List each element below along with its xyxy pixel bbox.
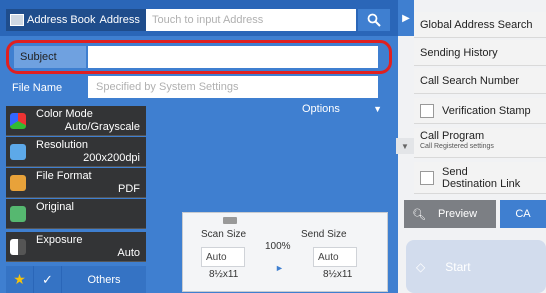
original-label: Original [36,201,74,213]
options-chevron-icon: ▼ [373,104,382,114]
exposure-value: Auto [117,247,140,259]
send-destination-link-line1: Send [442,165,468,178]
global-address-search-button[interactable]: Global Address Search [414,12,546,38]
resolution-button[interactable]: Resolution 200x200dpi [6,137,146,167]
send-size-value: Auto [313,247,357,267]
file-format-value: PDF [118,183,140,195]
global-address-search-label: Global Address Search [420,18,533,31]
play-icon: ▶ [402,12,410,24]
address-book-icon [10,14,24,26]
file-name-input[interactable]: Specified by System Settings [88,76,378,98]
call-search-number-button[interactable]: Call Search Number [414,68,546,94]
file-format-label: File Format [36,170,92,182]
send-destination-link-text: Send Destination Link [442,166,520,190]
file-name-placeholder: Specified by System Settings [96,81,239,93]
search-icon [367,13,381,27]
options-button[interactable]: Options ▼ [290,98,390,120]
original-icon [10,206,26,222]
verification-stamp-checkbox[interactable] [420,103,434,118]
start-button[interactable]: ◇ Start [406,240,546,293]
exposure-icon [10,239,26,255]
start-icon: ◇ [416,259,426,274]
send-paper-size: 8½x11 [323,269,353,280]
subject-input[interactable] [88,46,378,68]
search-button[interactable] [358,9,390,31]
color-mode-icon [10,113,26,129]
start-label: Start [445,259,471,274]
address-placeholder: Touch to input Address [152,14,264,26]
original-button[interactable]: Original [6,199,146,229]
sending-history-button[interactable]: Sending History [414,40,546,66]
call-program-label: Call Program [420,130,485,142]
bottom-toolbar: ★ ✓ Others [6,266,146,293]
resolution-value: 200x200dpi [83,152,140,164]
scan-paper-size: 8½x11 [209,269,239,280]
address-label: Address [99,14,140,26]
call-search-number-label: Call Search Number [420,74,520,87]
address-book-button[interactable]: Address Book Address [6,9,146,31]
send-destination-link-line2: Destination Link [442,177,521,190]
resolution-icon [10,144,26,160]
file-name-label: File Name [12,82,63,94]
call-program-button[interactable]: Call Program Call Registered settings [414,128,546,158]
preview-icon: 🔍︎ [412,208,426,221]
scanner-icon [223,217,237,224]
others-button[interactable]: Others [62,266,146,293]
ca-button[interactable]: CA [500,200,546,228]
send-size-label: Send Size [301,229,347,240]
file-format-icon [10,175,26,191]
color-mode-button[interactable]: Color Mode Auto/Grayscale [6,106,146,136]
scale-ratio: 100% [265,241,291,252]
exposure-button[interactable]: Exposure Auto [6,232,146,262]
sending-history-label: Sending History [420,46,498,59]
call-registered-settings-label: Call Registered settings [420,143,494,150]
scan-size-value: Auto [201,247,245,267]
ca-label: CA [515,208,531,220]
favorites-button[interactable]: ★ [6,266,34,293]
check-button[interactable]: ✓ [34,266,62,293]
resolution-label: Resolution [36,139,88,151]
others-label: Others [87,273,121,286]
preview-button[interactable]: 🔍︎ Preview [404,200,496,228]
star-icon: ★ [13,271,26,287]
color-mode-value: Auto/Grayscale [64,121,140,133]
arrow-right-icon: ► [275,263,284,273]
address-book-label: Address Book [27,14,96,26]
exposure-label: Exposure [36,234,83,246]
file-format-button[interactable]: File Format PDF [6,168,146,198]
send-destination-link-toggle[interactable]: Send Destination Link [414,162,546,194]
scan-size-label: Scan Size [201,229,247,240]
options-label: Options [302,103,340,115]
checkmark-icon: ✓ [42,271,53,287]
chevron-down-icon: ▼ [401,141,409,151]
call-program-dropdown[interactable]: ▼ [396,138,414,154]
size-panel[interactable]: Scan Size Auto 8½x11 100% ► Send Size Au… [182,212,388,292]
menu-expand-button[interactable]: ▶ [398,0,414,36]
address-input[interactable]: Touch to input Address [146,9,356,31]
verification-stamp-label: Verification Stamp [442,104,531,117]
verification-stamp-toggle[interactable]: Verification Stamp [414,98,546,124]
color-mode-label: Color Mode [36,108,93,120]
preview-label: Preview [437,208,478,220]
send-destination-link-checkbox[interactable] [420,170,434,185]
subject-label: Subject [14,46,86,68]
